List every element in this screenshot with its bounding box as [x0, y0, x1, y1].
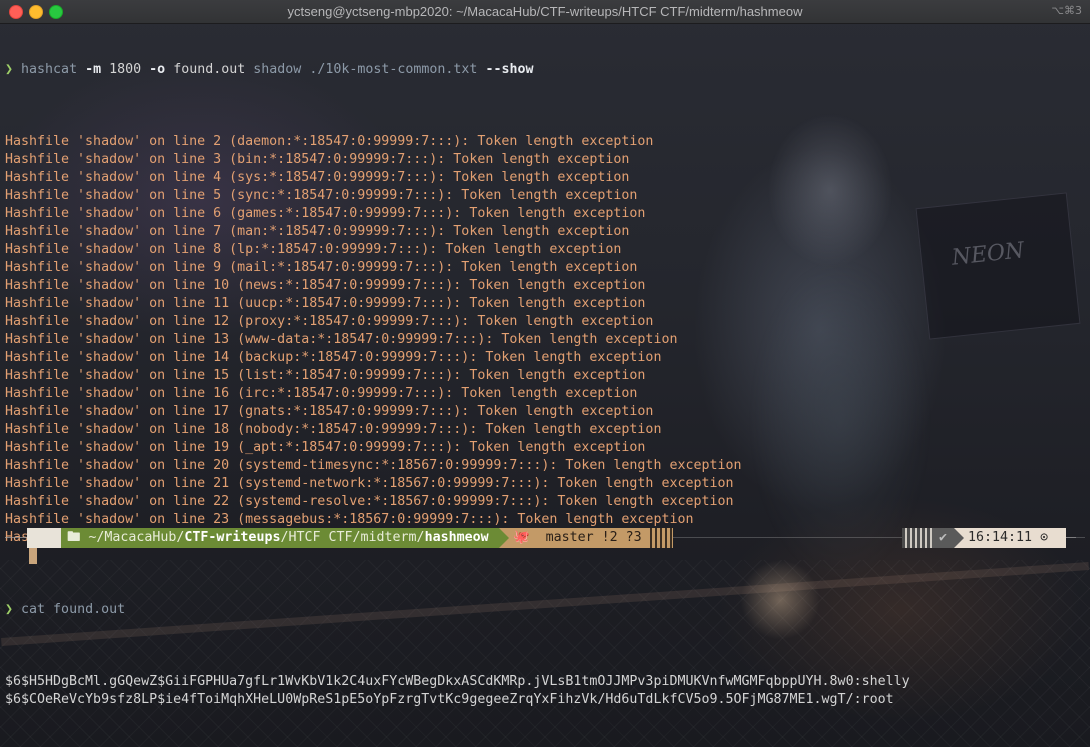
output-line: Hashfile 'shadow' on line 5 (sync:*:1854… — [5, 188, 638, 203]
output-line: Hashfile 'shadow' on line 9 (mail:*:1854… — [5, 260, 638, 275]
output-line: Hashfile 'shadow' on line 22 (systemd-re… — [5, 494, 734, 509]
terminal-window: NEON yctseng@yctseng-mbp2020: ~/MacacaHu… — [0, 0, 1090, 747]
command-flag-outfile: -o — [149, 62, 166, 77]
output-line: Hashfile 'shadow' on line 7 (man:*:18547… — [5, 224, 630, 239]
output-line: Hashfile 'shadow' on line 18 (nobody:*:1… — [5, 422, 662, 437]
output-line: Hashfile 'shadow' on line 10 (news:*:185… — [5, 278, 646, 293]
command-text: cat found.out — [21, 602, 126, 617]
output-line: Hashfile 'shadow' on line 11 (uucp:*:185… — [5, 296, 646, 311]
branch-name: master — [545, 530, 594, 545]
path-bold-current: hashmeow — [424, 530, 489, 545]
powerline-prompt: 🖿 ~/MacacaHub/CTF-writeups/HTCF CTF/midt… — [5, 528, 1085, 564]
os-segment-stem — [29, 548, 37, 564]
prompt-time: 16:14:11 — [968, 530, 1033, 545]
prompt-arrow-icon: ❯ — [5, 62, 14, 77]
path-prefix: ~/MacacaHub/ — [88, 530, 185, 545]
output-line: Hashfile 'shadow' on line 4 (sys:*:18547… — [5, 170, 630, 185]
prompt-right-rule — [1066, 537, 1076, 538]
command-mode-value: 1800 — [109, 62, 142, 77]
path-bold-repo: CTF-writeups — [184, 530, 281, 545]
clock-icon: ⊙ — [1040, 530, 1049, 545]
prompt-arrow-icon: ❯ — [5, 602, 14, 617]
output-line: Hashfile 'shadow' on line 8 (lp:*:18547:… — [5, 242, 622, 257]
output-line: Hashfile 'shadow' on line 16 (irc:*:1854… — [5, 386, 638, 401]
output-line: Hashfile 'shadow' on line 23 (messagebus… — [5, 512, 694, 527]
output-line: Hashfile 'shadow' on line 13 (www-data:*… — [5, 332, 678, 347]
time-segment: 16:14:11 ⊙ — [954, 528, 1066, 548]
directory-segment: 🖿 ~/MacacaHub/CTF-writeups/HTCF CTF/midt… — [61, 528, 499, 548]
command-flag-mode: -m — [85, 62, 102, 77]
os-segment — [27, 528, 61, 548]
command-line-cat: ❯ cat found.out — [5, 601, 1085, 619]
command-args: shadow ./10k-most-common.txt — [253, 62, 478, 77]
command-line-hashcat: ❯ hashcat -m 1800 -o found.out shadow ./… — [5, 61, 1085, 79]
output-line: Hashfile 'shadow' on line 17 (gnats:*:18… — [5, 404, 654, 419]
github-icon: 🐙 — [513, 530, 530, 545]
command-program: hashcat — [21, 62, 78, 77]
output-line: Hashfile 'shadow' on line 6 (games:*:185… — [5, 206, 646, 221]
output-line: Hashfile 'shadow' on line 15 (list:*:185… — [5, 368, 646, 383]
output-line: Hashfile 'shadow' on line 12 (proxy:*:18… — [5, 314, 654, 329]
window-shortcut: ⌥⌘3 — [1051, 4, 1082, 17]
check-icon: ✔ — [938, 530, 947, 545]
command-flag-show: --show — [485, 62, 534, 77]
command-outfile-value: found.out — [173, 62, 246, 77]
hashcat-output: Hashfile 'shadow' on line 2 (daemon:*:18… — [5, 133, 1085, 547]
status-segment: ✔ — [932, 528, 954, 548]
prompt-left-rule — [5, 537, 27, 538]
terminal-output[interactable]: ❯ hashcat -m 1800 -o found.out shadow ./… — [5, 25, 1085, 745]
output-line: Hashfile 'shadow' on line 3 (bin:*:18547… — [5, 152, 630, 167]
vcs-status: !2 ?3 — [601, 530, 642, 545]
window-title: yctseng@yctseng-mbp2020: ~/MacacaHub/CTF… — [287, 4, 803, 19]
time-segment-arrow — [954, 528, 964, 548]
title-bar[interactable]: yctseng@yctseng-mbp2020: ~/MacacaHub/CTF… — [0, 0, 1090, 24]
output-line: Hashfile 'shadow' on line 14 (backup:*:1… — [5, 350, 662, 365]
output-line: Hashfile 'shadow' on line 2 (daemon:*:18… — [5, 134, 654, 149]
output-line: Hashfile 'shadow' on line 20 (systemd-ti… — [5, 458, 742, 473]
vcs-segment: 🐙 master !2 ?3 — [499, 528, 647, 548]
path-middle: /HTCF CTF/midterm/ — [280, 530, 425, 545]
found-output: $6$H5HDgBcMl.gGQewZ$GiiFGPHUa7gfLr1WvKbV… — [5, 673, 1085, 709]
found-hash-line: $6$COeReVcYb9sfz8LP$ie4fToiMqhXHeLU0WpRe… — [5, 692, 894, 707]
output-line: Hashfile 'shadow' on line 21 (systemd-ne… — [5, 476, 734, 491]
output-line: Hashfile 'shadow' on line 19 (_apt:*:185… — [5, 440, 646, 455]
vcs-segment-fade — [647, 528, 673, 548]
directory-segment-arrow — [499, 528, 509, 548]
status-segment-fade — [902, 528, 932, 548]
found-hash-line: $6$H5HDgBcMl.gGQewZ$GiiFGPHUa7gfLr1WvKbV… — [5, 674, 910, 689]
folder-icon: 🖿 — [67, 530, 81, 545]
